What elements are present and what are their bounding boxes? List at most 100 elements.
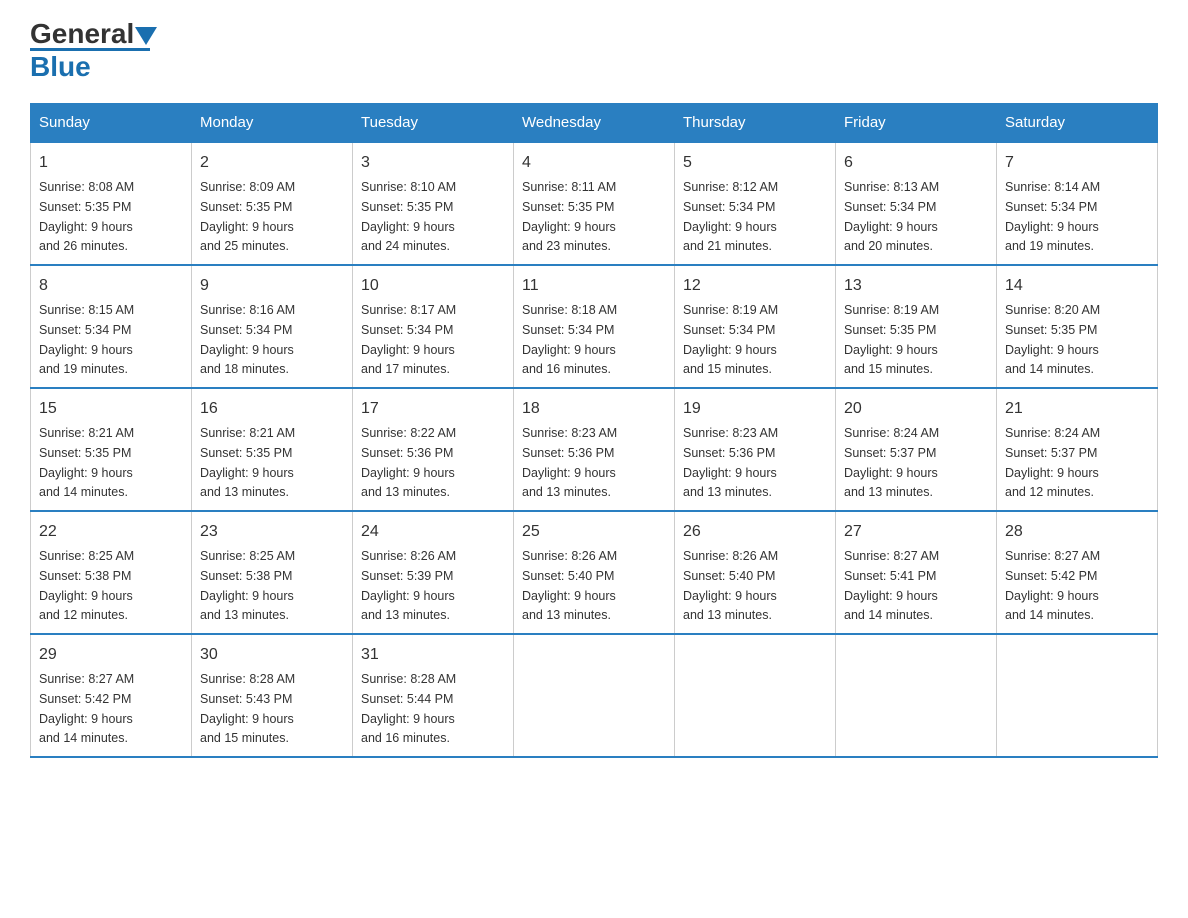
day-info: Sunrise: 8:16 AMSunset: 5:34 PMDaylight:… — [200, 303, 295, 376]
page-header: General Blue — [30, 20, 1158, 83]
day-number: 13 — [844, 274, 988, 298]
calendar-cell: 3 Sunrise: 8:10 AMSunset: 5:35 PMDaylight… — [353, 142, 514, 265]
col-header-wednesday: Wednesday — [514, 104, 675, 143]
day-number: 11 — [522, 274, 666, 298]
calendar-cell: 8 Sunrise: 8:15 AMSunset: 5:34 PMDaylight… — [31, 265, 192, 388]
calendar-cell: 17Sunrise: 8:22 AMSunset: 5:36 PMDayligh… — [353, 388, 514, 511]
calendar-cell: 14Sunrise: 8:20 AMSunset: 5:35 PMDayligh… — [997, 265, 1158, 388]
calendar-cell: 13Sunrise: 8:19 AMSunset: 5:35 PMDayligh… — [836, 265, 997, 388]
day-number: 15 — [39, 397, 183, 421]
day-info: Sunrise: 8:20 AMSunset: 5:35 PMDaylight:… — [1005, 303, 1100, 376]
calendar-week-row: 8 Sunrise: 8:15 AMSunset: 5:34 PMDaylight… — [31, 265, 1158, 388]
calendar-cell: 24 Sunrise: 8:26 AMSunset: 5:39 PMDayligh… — [353, 511, 514, 634]
calendar-cell: 1Sunrise: 8:08 AMSunset: 5:35 PMDaylight… — [31, 142, 192, 265]
calendar-cell: 26 Sunrise: 8:26 AMSunset: 5:40 PMDayligh… — [675, 511, 836, 634]
calendar-cell: 12 Sunrise: 8:19 AMSunset: 5:34 PMDayligh… — [675, 265, 836, 388]
calendar-cell: 7Sunrise: 8:14 AMSunset: 5:34 PMDaylight… — [997, 142, 1158, 265]
day-number: 21 — [1005, 397, 1149, 421]
day-number: 5 — [683, 151, 827, 175]
calendar-week-row: 15 Sunrise: 8:21 AMSunset: 5:35 PMDayligh… — [31, 388, 1158, 511]
calendar-cell: 9Sunrise: 8:16 AMSunset: 5:34 PMDaylight… — [192, 265, 353, 388]
calendar-cell: 18 Sunrise: 8:23 AMSunset: 5:36 PMDayligh… — [514, 388, 675, 511]
day-info: Sunrise: 8:27 AMSunset: 5:41 PMDaylight:… — [844, 549, 939, 622]
day-info: Sunrise: 8:09 AMSunset: 5:35 PMDaylight:… — [200, 180, 295, 253]
calendar-week-row: 22 Sunrise: 8:25 AMSunset: 5:38 PMDayligh… — [31, 511, 1158, 634]
col-header-thursday: Thursday — [675, 104, 836, 143]
day-info: Sunrise: 8:23 AMSunset: 5:36 PMDaylight:… — [522, 426, 617, 499]
day-info: Sunrise: 8:24 AMSunset: 5:37 PMDaylight:… — [1005, 426, 1100, 499]
col-header-saturday: Saturday — [997, 104, 1158, 143]
day-number: 25 — [522, 520, 666, 544]
col-header-tuesday: Tuesday — [353, 104, 514, 143]
calendar-cell: 29 Sunrise: 8:27 AMSunset: 5:42 PMDayligh… — [31, 634, 192, 757]
day-info: Sunrise: 8:26 AMSunset: 5:40 PMDaylight:… — [522, 549, 617, 622]
calendar-week-row: 1Sunrise: 8:08 AMSunset: 5:35 PMDaylight… — [31, 142, 1158, 265]
calendar-cell — [514, 634, 675, 757]
day-number: 2 — [200, 151, 344, 175]
day-number: 31 — [361, 643, 505, 667]
day-number: 27 — [844, 520, 988, 544]
calendar-cell: 30 Sunrise: 8:28 AMSunset: 5:43 PMDayligh… — [192, 634, 353, 757]
day-number: 26 — [683, 520, 827, 544]
calendar-cell: 28 Sunrise: 8:27 AMSunset: 5:42 PMDayligh… — [997, 511, 1158, 634]
day-number: 28 — [1005, 520, 1149, 544]
day-info: Sunrise: 8:12 AMSunset: 5:34 PMDaylight:… — [683, 180, 778, 253]
day-info: Sunrise: 8:24 AMSunset: 5:37 PMDaylight:… — [844, 426, 939, 499]
calendar-cell: 10Sunrise: 8:17 AMSunset: 5:34 PMDayligh… — [353, 265, 514, 388]
day-info: Sunrise: 8:15 AMSunset: 5:34 PMDaylight:… — [39, 303, 134, 376]
day-info: Sunrise: 8:27 AMSunset: 5:42 PMDaylight:… — [1005, 549, 1100, 622]
calendar-cell: 4 Sunrise: 8:11 AMSunset: 5:35 PMDaylight… — [514, 142, 675, 265]
day-number: 10 — [361, 274, 505, 298]
col-header-sunday: Sunday — [31, 104, 192, 143]
day-number: 19 — [683, 397, 827, 421]
day-number: 6 — [844, 151, 988, 175]
calendar-cell: 31 Sunrise: 8:28 AMSunset: 5:44 PMDayligh… — [353, 634, 514, 757]
calendar-week-row: 29 Sunrise: 8:27 AMSunset: 5:42 PMDayligh… — [31, 634, 1158, 757]
day-number: 29 — [39, 643, 183, 667]
day-number: 18 — [522, 397, 666, 421]
logo-text: General — [30, 20, 157, 48]
calendar-cell: 22 Sunrise: 8:25 AMSunset: 5:38 PMDayligh… — [31, 511, 192, 634]
day-number: 3 — [361, 151, 505, 175]
day-info: Sunrise: 8:14 AMSunset: 5:34 PMDaylight:… — [1005, 180, 1100, 253]
day-info: Sunrise: 8:27 AMSunset: 5:42 PMDaylight:… — [39, 672, 134, 745]
calendar-cell — [836, 634, 997, 757]
day-number: 4 — [522, 151, 666, 175]
calendar-cell: 27 Sunrise: 8:27 AMSunset: 5:41 PMDayligh… — [836, 511, 997, 634]
day-info: Sunrise: 8:28 AMSunset: 5:43 PMDaylight:… — [200, 672, 295, 745]
calendar-cell: 5 Sunrise: 8:12 AMSunset: 5:34 PMDaylight… — [675, 142, 836, 265]
day-number: 1 — [39, 151, 183, 175]
day-info: Sunrise: 8:22 AMSunset: 5:36 PMDaylight:… — [361, 426, 456, 499]
calendar-cell: 20 Sunrise: 8:24 AMSunset: 5:37 PMDayligh… — [836, 388, 997, 511]
calendar-cell — [675, 634, 836, 757]
day-info: Sunrise: 8:26 AMSunset: 5:39 PMDaylight:… — [361, 549, 456, 622]
day-number: 30 — [200, 643, 344, 667]
day-info: Sunrise: 8:19 AMSunset: 5:34 PMDaylight:… — [683, 303, 778, 376]
calendar-cell: 21 Sunrise: 8:24 AMSunset: 5:37 PMDayligh… — [997, 388, 1158, 511]
day-number: 22 — [39, 520, 183, 544]
day-number: 12 — [683, 274, 827, 298]
day-info: Sunrise: 8:21 AMSunset: 5:35 PMDaylight:… — [200, 426, 295, 499]
day-number: 20 — [844, 397, 988, 421]
col-header-monday: Monday — [192, 104, 353, 143]
calendar-cell: 19 Sunrise: 8:23 AMSunset: 5:36 PMDayligh… — [675, 388, 836, 511]
calendar-cell: 6 Sunrise: 8:13 AMSunset: 5:34 PMDaylight… — [836, 142, 997, 265]
day-number: 23 — [200, 520, 344, 544]
day-info: Sunrise: 8:23 AMSunset: 5:36 PMDaylight:… — [683, 426, 778, 499]
day-info: Sunrise: 8:25 AMSunset: 5:38 PMDaylight:… — [200, 549, 295, 622]
calendar-cell: 23 Sunrise: 8:25 AMSunset: 5:38 PMDayligh… — [192, 511, 353, 634]
day-info: Sunrise: 8:11 AMSunset: 5:35 PMDaylight:… — [522, 180, 616, 253]
calendar-cell: 2 Sunrise: 8:09 AMSunset: 5:35 PMDaylight… — [192, 142, 353, 265]
day-info: Sunrise: 8:25 AMSunset: 5:38 PMDaylight:… — [39, 549, 134, 622]
day-number: 8 — [39, 274, 183, 298]
day-info: Sunrise: 8:26 AMSunset: 5:40 PMDaylight:… — [683, 549, 778, 622]
calendar-table: SundayMondayTuesdayWednesdayThursdayFrid… — [30, 103, 1158, 758]
calendar-header-row: SundayMondayTuesdayWednesdayThursdayFrid… — [31, 104, 1158, 143]
day-info: Sunrise: 8:13 AMSunset: 5:34 PMDaylight:… — [844, 180, 939, 253]
day-number: 24 — [361, 520, 505, 544]
day-info: Sunrise: 8:28 AMSunset: 5:44 PMDaylight:… — [361, 672, 456, 745]
day-info: Sunrise: 8:10 AMSunset: 5:35 PMDaylight:… — [361, 180, 456, 253]
logo-blue: Blue — [30, 51, 91, 82]
day-number: 16 — [200, 397, 344, 421]
calendar-cell: 25 Sunrise: 8:26 AMSunset: 5:40 PMDayligh… — [514, 511, 675, 634]
